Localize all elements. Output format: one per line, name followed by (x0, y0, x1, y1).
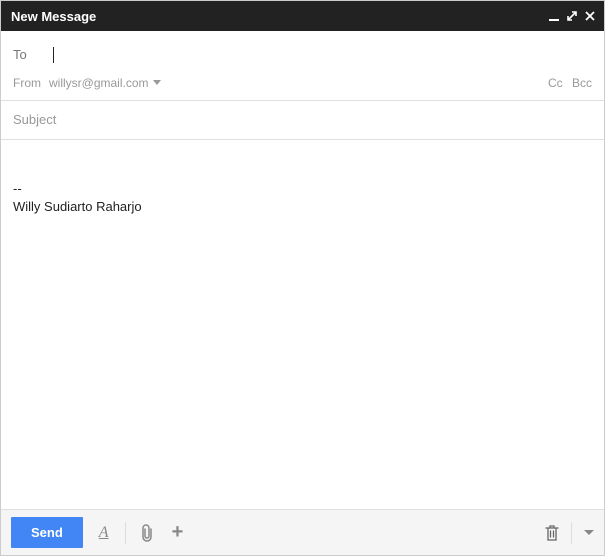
insert-more-button[interactable]: + (168, 521, 188, 544)
cc-button[interactable]: Cc (548, 76, 563, 90)
more-options-icon[interactable] (584, 530, 594, 536)
recipients-section: To From willysr@gmail.com Cc Bcc (1, 31, 604, 100)
to-label: To (13, 47, 49, 62)
divider (125, 522, 126, 544)
message-body[interactable]: -- Willy Sudiarto Raharjo (1, 140, 604, 509)
cc-bcc-group: Cc Bcc (542, 76, 592, 90)
formatting-options-button[interactable]: A (95, 524, 113, 542)
signature-separator: -- (13, 180, 592, 198)
from-dropdown-icon[interactable] (153, 80, 161, 86)
window-title: New Message (11, 9, 96, 24)
from-label: From (13, 76, 49, 90)
titlebar[interactable]: New Message (1, 1, 604, 31)
to-row[interactable]: To (13, 39, 592, 70)
compose-window: New Message To From willysr@gmail.com Cc… (0, 0, 605, 556)
attach-icon[interactable] (138, 523, 156, 543)
subject-input[interactable] (13, 112, 592, 127)
to-input[interactable] (54, 45, 592, 64)
expand-icon[interactable] (566, 10, 578, 22)
signature-name: Willy Sudiarto Raharjo (13, 198, 592, 216)
bcc-button[interactable]: Bcc (572, 76, 592, 90)
send-button[interactable]: Send (11, 517, 83, 548)
minimize-icon[interactable] (548, 10, 560, 22)
divider (571, 522, 572, 544)
close-icon[interactable] (584, 10, 596, 22)
subject-row (1, 101, 604, 139)
discard-draft-icon[interactable] (545, 525, 559, 541)
from-address[interactable]: willysr@gmail.com (49, 76, 149, 90)
from-row: From willysr@gmail.com Cc Bcc (13, 70, 592, 96)
bottom-toolbar: Send A + (1, 509, 604, 555)
